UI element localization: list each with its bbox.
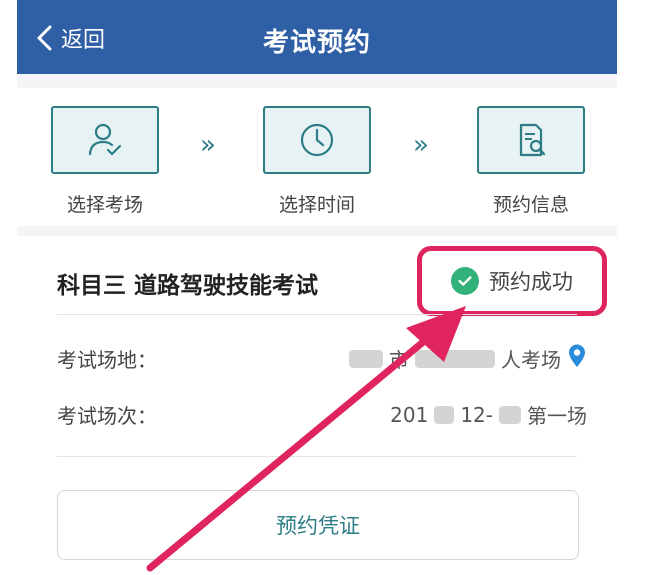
step-icon-box bbox=[51, 106, 159, 174]
session-value-part: 12- bbox=[460, 402, 493, 427]
step-indicator: 选择考场 » 选择时间 » 预约信息 bbox=[17, 88, 617, 226]
session-value: 201 12- 第一场 bbox=[390, 400, 587, 429]
venue-label: 考试场地： bbox=[57, 348, 157, 372]
redacted-text bbox=[434, 405, 455, 424]
redacted-text bbox=[349, 349, 383, 368]
divider bbox=[57, 456, 577, 457]
venue-value-part: 人考场 bbox=[501, 348, 561, 372]
step-label: 选择时间 bbox=[278, 194, 355, 216]
status-text: 预约成功 bbox=[489, 270, 573, 294]
exam-subject: 科目三 道路驾驶技能考试 bbox=[57, 273, 319, 299]
step-arrow-icon: » bbox=[413, 130, 429, 160]
venue-value-part: 市 bbox=[389, 348, 409, 372]
booking-card: 科目三 道路驾驶技能考试 预约成功 考试场地： 市 人考场 考试场次： 201 … bbox=[17, 236, 617, 575]
step-select-time[interactable]: 选择时间 bbox=[261, 106, 373, 217]
session-value-part: 第一场 bbox=[527, 404, 587, 428]
step-icon-box bbox=[477, 106, 585, 174]
venue-row: 考试场地： 市 人考场 bbox=[57, 344, 587, 374]
step-label: 预约信息 bbox=[492, 194, 569, 216]
phone-screen: 返回 考试预约 选择考场 » 选择时间 » 预约信息 科目三 道路驾驶技能考试 … bbox=[17, 0, 617, 575]
booking-voucher-button[interactable]: 预约凭证 bbox=[57, 490, 579, 560]
clock-icon bbox=[300, 123, 334, 157]
step-icon-box bbox=[263, 106, 371, 174]
location-pin-icon[interactable] bbox=[567, 344, 587, 373]
session-label: 考试场次： bbox=[57, 404, 157, 428]
redacted-text bbox=[499, 405, 521, 424]
session-row: 考试场次： 201 12- 第一场 bbox=[57, 400, 587, 430]
redacted-text bbox=[415, 349, 495, 368]
step-arrow-icon: » bbox=[200, 130, 216, 160]
page-title: 考试预约 bbox=[262, 28, 371, 58]
app-header: 返回 考试预约 bbox=[17, 0, 617, 74]
status-badge: 预约成功 bbox=[417, 246, 607, 316]
person-check-icon bbox=[88, 123, 122, 156]
document-search-icon bbox=[519, 123, 546, 157]
step-select-venue[interactable]: 选择考场 bbox=[49, 106, 161, 217]
session-value-part: 201 bbox=[390, 402, 429, 427]
check-circle-icon bbox=[451, 267, 479, 295]
step-label: 选择考场 bbox=[66, 194, 143, 216]
step-booking-info[interactable]: 预约信息 bbox=[475, 106, 587, 217]
divider bbox=[57, 314, 577, 315]
venue-value[interactable]: 市 人考场 bbox=[349, 344, 587, 373]
